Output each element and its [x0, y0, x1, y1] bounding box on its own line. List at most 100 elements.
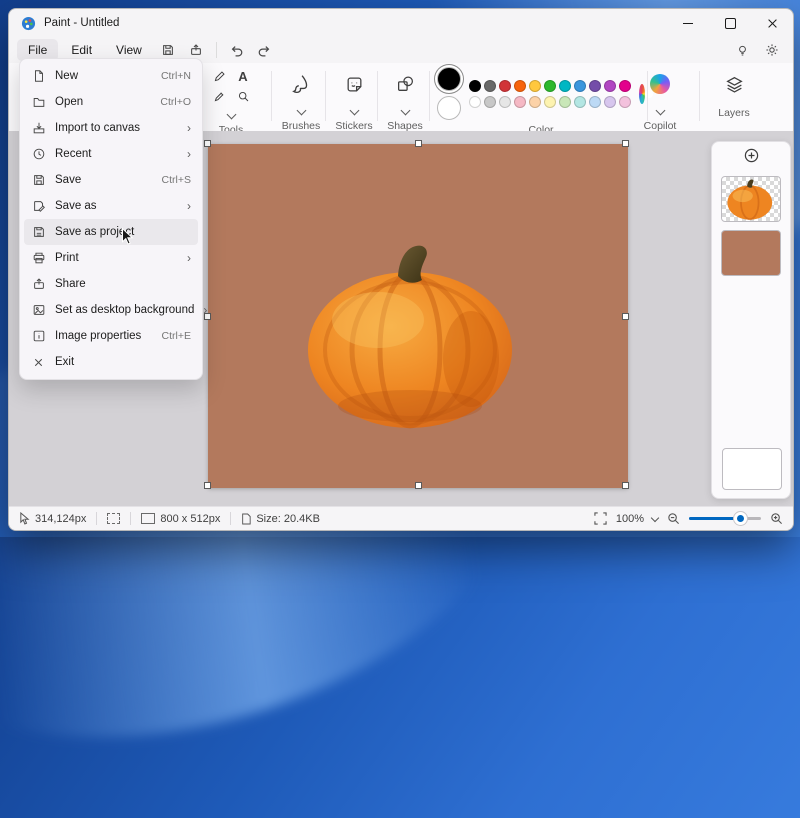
eyedropper-tool-icon[interactable] — [208, 90, 230, 103]
divider — [230, 512, 232, 525]
cursor-position: 314,124px — [19, 512, 86, 525]
menu-item-save-as-project[interactable]: Save as project — [24, 219, 198, 245]
chevron-down-icon[interactable] — [226, 109, 236, 120]
menu-item-import-to-canvas[interactable]: Import to canvas — [24, 115, 198, 141]
menu-item-save[interactable]: Save Ctrl+S — [24, 167, 198, 193]
minimize-button[interactable] — [667, 9, 709, 37]
divider — [271, 71, 272, 121]
submenu-chevron-icon — [203, 304, 207, 316]
sticker-icon — [329, 67, 379, 101]
maximize-button[interactable] — [709, 9, 751, 37]
menu-item-recent[interactable]: Recent — [24, 141, 198, 167]
color-swatch[interactable] — [544, 79, 556, 92]
close-button[interactable] — [751, 9, 793, 37]
chevron-down-icon[interactable] — [400, 105, 410, 116]
menu-item-set-as-desktop-background[interactable]: Set as desktop background — [24, 297, 198, 323]
layer-thumbnail-1[interactable] — [721, 176, 781, 222]
undo-button[interactable] — [224, 39, 250, 61]
divider — [325, 71, 326, 121]
menu-item-exit[interactable]: Exit — [24, 349, 198, 375]
open-folder-icon — [31, 95, 46, 110]
wallpaper-image-icon — [31, 303, 46, 318]
color-swatch[interactable] — [514, 79, 526, 92]
status-bar: 314,124px 800 x 512px Size: 20.4KB 100% — [9, 506, 793, 530]
menu-item-open[interactable]: Open Ctrl+O — [24, 89, 198, 115]
resize-handle-sw[interactable] — [204, 482, 211, 489]
menu-item-share[interactable]: Share — [24, 271, 198, 297]
menu-item-save-as[interactable]: Save as — [24, 193, 198, 219]
magnifier-tool-icon[interactable] — [232, 90, 254, 103]
resize-handle-s[interactable] — [415, 482, 422, 489]
save-icon — [31, 173, 46, 188]
feedback-icon[interactable] — [729, 39, 755, 61]
menu-item-image-properties[interactable]: Image properties Ctrl+E — [24, 323, 198, 349]
color-swatch[interactable] — [589, 79, 601, 92]
resize-handle-se[interactable] — [622, 482, 629, 489]
zoom-slider-handle[interactable] — [733, 512, 747, 525]
pencil-tool-icon[interactable] — [208, 70, 230, 83]
chevron-down-icon[interactable] — [655, 105, 665, 116]
import-icon — [31, 121, 46, 136]
menu-item-print[interactable]: Print — [24, 245, 198, 271]
brushes-group[interactable]: Brushes — [275, 67, 327, 132]
resize-handle-e[interactable] — [622, 313, 629, 320]
color-swatch[interactable] — [499, 79, 511, 92]
secondary-color-swatch[interactable] — [437, 96, 461, 120]
settings-gear-icon[interactable] — [759, 39, 785, 61]
layers-group[interactable]: Layers — [703, 67, 765, 119]
tools-group[interactable]: A Tools — [197, 67, 265, 136]
menu-item-new[interactable]: New Ctrl+N — [24, 63, 198, 89]
layers-panel — [711, 141, 791, 499]
color-palette-row — [469, 79, 631, 92]
drawing-canvas[interactable] — [204, 140, 629, 489]
text-tool-icon[interactable]: A — [232, 69, 254, 84]
color-swatch[interactable] — [574, 95, 586, 108]
resize-handle-n[interactable] — [415, 140, 422, 147]
color-swatch[interactable] — [484, 95, 496, 108]
clock-icon — [31, 147, 46, 162]
color-palette-row — [469, 95, 631, 108]
zoom-in-button[interactable] — [770, 512, 783, 525]
layer-thumbnail-2[interactable] — [721, 230, 781, 276]
printer-icon — [31, 251, 46, 266]
color-swatch[interactable] — [559, 95, 571, 108]
color-swatch[interactable] — [574, 79, 586, 92]
divider — [130, 512, 132, 525]
color-swatch[interactable] — [484, 79, 496, 92]
background-layer-thumbnail[interactable] — [722, 448, 782, 490]
selection-size-icon — [107, 513, 121, 524]
cursor-position-text: 314,124px — [35, 512, 87, 525]
color-swatch[interactable] — [604, 95, 616, 108]
copilot-group[interactable]: Copilot — [625, 67, 695, 132]
submenu-chevron-icon — [187, 122, 191, 134]
color-swatch[interactable] — [499, 95, 511, 108]
chevron-down-icon — [650, 513, 660, 522]
chevron-down-icon[interactable] — [349, 105, 359, 116]
color-swatch[interactable] — [589, 95, 601, 108]
canvas-size-icon — [141, 513, 156, 524]
file-size-text: Size: 20.4KB — [256, 512, 320, 525]
color-swatch[interactable] — [529, 79, 541, 92]
color-swatch[interactable] — [559, 79, 571, 92]
stickers-group[interactable]: Stickers — [329, 67, 379, 132]
color-swatch[interactable] — [514, 95, 526, 108]
add-layer-button[interactable] — [712, 142, 790, 168]
divider — [215, 42, 217, 58]
zoom-level-dropdown[interactable]: 100% — [616, 513, 660, 525]
resize-handle-nw[interactable] — [204, 140, 211, 147]
primary-color-swatch[interactable] — [437, 67, 461, 91]
file-size-icon — [242, 513, 251, 524]
redo-button[interactable] — [252, 39, 278, 61]
fit-to-screen-button[interactable] — [594, 512, 607, 525]
layers-icon — [703, 67, 765, 101]
color-swatch[interactable] — [544, 95, 556, 108]
color-swatch[interactable] — [469, 95, 481, 108]
zoom-slider[interactable] — [689, 512, 761, 525]
color-swatch[interactable] — [469, 79, 481, 92]
zoom-out-button[interactable] — [667, 512, 680, 525]
color-swatch[interactable] — [604, 79, 616, 92]
shapes-group[interactable]: Shapes — [381, 67, 429, 132]
color-swatch[interactable] — [529, 95, 541, 108]
chevron-down-icon[interactable] — [296, 105, 306, 116]
resize-handle-ne[interactable] — [622, 140, 629, 147]
